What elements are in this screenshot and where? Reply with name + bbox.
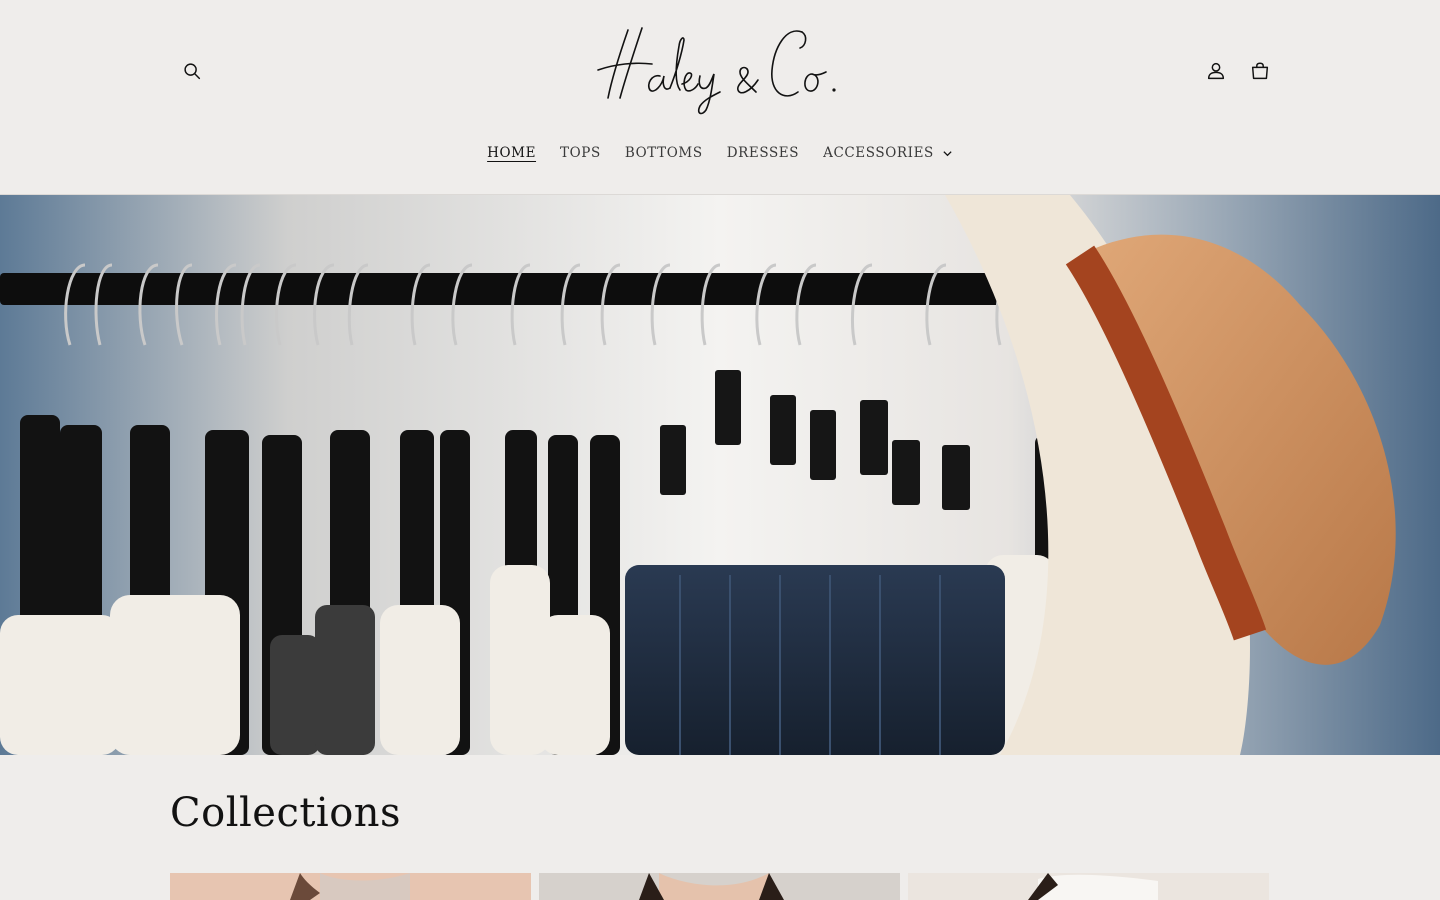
collection-image (170, 873, 531, 900)
brand-logo[interactable] (590, 18, 850, 118)
collections-title: Collections (170, 790, 402, 836)
nav-item-home[interactable]: HOME (475, 141, 548, 165)
site-header: HOME TOPS BOTTOMS DRESSES ACCESSORIES (0, 0, 1440, 195)
collection-image (908, 873, 1269, 900)
nav-item-bottoms[interactable]: BOTTOMS (613, 141, 715, 165)
search-icon[interactable] (172, 51, 212, 91)
hero-image (0, 195, 1440, 755)
collection-card[interactable] (170, 873, 531, 900)
collection-card[interactable] (539, 873, 900, 900)
main-navigation: HOME TOPS BOTTOMS DRESSES ACCESSORIES (0, 138, 1440, 168)
nav-item-accessories[interactable]: ACCESSORIES (811, 141, 965, 165)
nav-item-tops[interactable]: TOPS (548, 141, 613, 165)
collection-image (539, 873, 900, 900)
hero-banner (0, 195, 1440, 755)
nav-item-dresses[interactable]: DRESSES (715, 141, 811, 165)
nav-item-accessories-label: ACCESSORIES (823, 145, 934, 161)
collection-card[interactable] (908, 873, 1269, 900)
cart-icon[interactable] (1240, 51, 1280, 91)
chevron-down-icon (943, 150, 952, 156)
account-icon[interactable] (1196, 51, 1236, 91)
collections-grid (170, 873, 1270, 900)
